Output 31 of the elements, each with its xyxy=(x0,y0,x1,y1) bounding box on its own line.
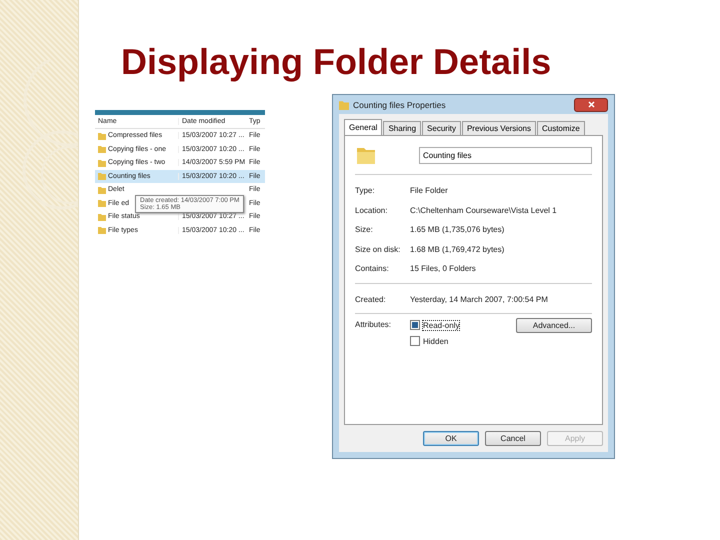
property-label: Created: xyxy=(355,294,387,304)
close-button[interactable] xyxy=(574,98,608,112)
slide-title: Displaying Folder Details xyxy=(121,44,552,80)
property-label: Location: xyxy=(355,206,388,215)
dialog-button[interactable]: OK xyxy=(423,431,479,446)
property-label: Size: xyxy=(355,225,374,234)
checkbox[interactable] xyxy=(410,320,420,330)
tab[interactable]: Sharing xyxy=(383,121,422,135)
property-value: C:\Cheltenham Courseware\Vista Level 1 xyxy=(410,206,557,215)
property-label: Attributes: xyxy=(355,320,392,329)
checkbox[interactable] xyxy=(410,336,420,346)
property-value: Yesterday, 14 March 2007, 7:00:54 PM xyxy=(410,294,548,304)
property-label: Size on disk: xyxy=(355,244,402,254)
tab[interactable]: General xyxy=(344,119,382,135)
property-label: Contains: xyxy=(355,264,390,274)
tab[interactable]: Security xyxy=(422,121,461,135)
checkbox-label: Read-only xyxy=(423,320,460,330)
property-value: 15 Files, 0 Folders xyxy=(410,264,476,274)
folder-icon xyxy=(339,100,349,110)
tab[interactable]: Customize xyxy=(536,121,585,135)
dialog-button[interactable]: Cancel xyxy=(485,431,541,446)
property-value: 1.68 MB (1,769,472 bytes) xyxy=(410,244,504,254)
tab[interactable]: Previous Versions xyxy=(462,121,536,135)
property-value: 1.65 MB (1,735,076 bytes) xyxy=(410,225,504,234)
window-title: Counting files Properties xyxy=(353,100,447,110)
checkbox-label: Hidden xyxy=(423,336,448,346)
property-label: Type: xyxy=(355,186,376,196)
advanced-button[interactable]: Advanced... xyxy=(516,318,592,333)
property-value: File Folder xyxy=(410,186,448,196)
folder-name-field[interactable]: Counting files xyxy=(419,146,592,164)
close-icon xyxy=(588,101,594,108)
